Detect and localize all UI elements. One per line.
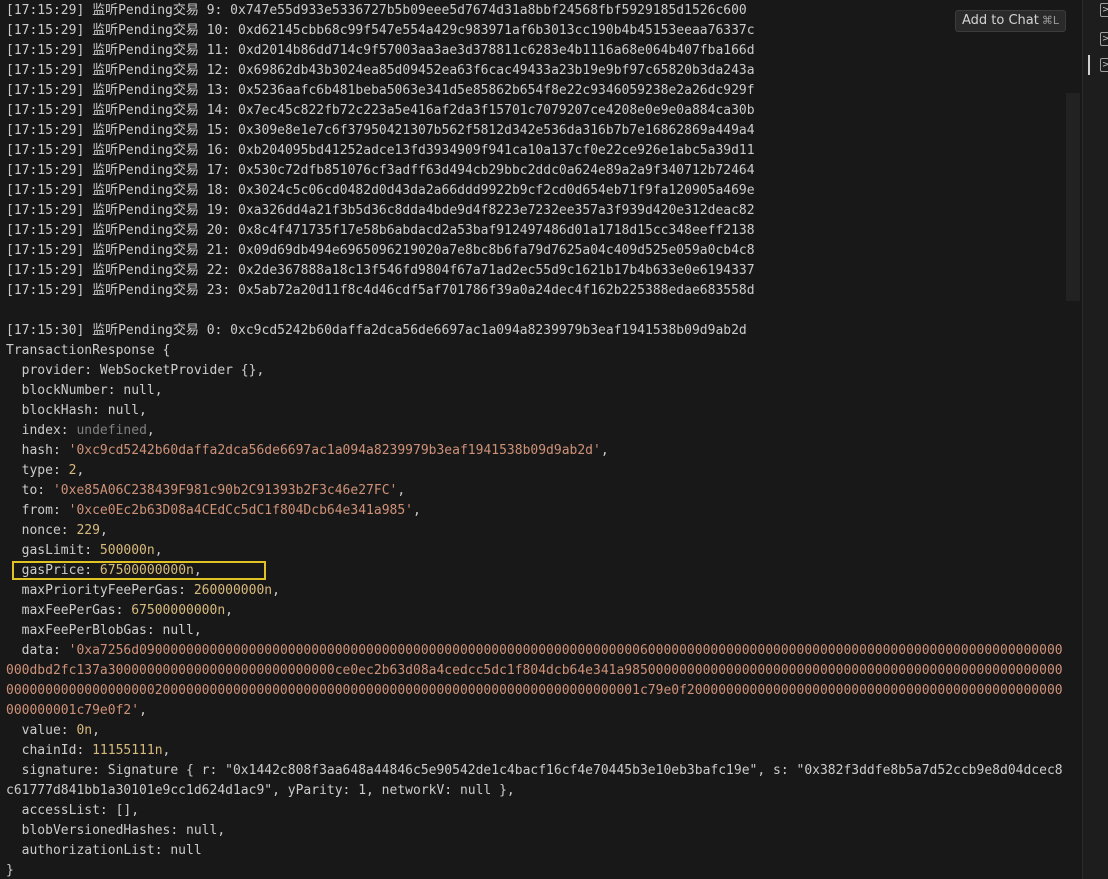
add-to-chat-button[interactable]: Add to Chat ⌘L	[955, 10, 1067, 32]
tx-field-accesslist: accessList: [],	[6, 803, 140, 818]
tx-field-gasprice: gasPrice: 67500000000n,	[6, 563, 202, 578]
pending-tx-line: [17:15:29] 监听Pending交易 15: 0x309e8e1e7c6…	[6, 123, 755, 138]
pending-tx-line: [17:15:29] 监听Pending交易 12: 0x69862db43b3…	[6, 63, 755, 78]
field-key: hash:	[6, 443, 69, 458]
terminal-icon[interactable]: >	[1100, 58, 1108, 72]
pending-tx-line: [17:15:29] 监听Pending交易 21: 0x09d69db494e…	[6, 243, 755, 258]
tx-field-maxfeepergas: maxFeePerGas: 67500000000n,	[6, 603, 233, 618]
tx-field-nonce: nonce: 229,	[6, 523, 108, 538]
field-value: 229	[76, 523, 100, 538]
field-value: 67500000000n	[99, 563, 194, 578]
field-value: '0xc9cd5242b60daffa2dca56de6697ac1a094a8…	[68, 443, 601, 458]
tx-field-maxfeeperblobgas: maxFeePerBlobGas: null,	[6, 623, 202, 638]
field-key: value:	[6, 723, 77, 738]
pending-tx-line: [17:15:29] 监听Pending交易 14: 0x7ec45c822fb…	[6, 103, 755, 118]
add-to-chat-shortcut: ⌘L	[1041, 14, 1060, 27]
field-key: gasLimit:	[6, 543, 100, 558]
tx-field-from: from: '0xce0Ec2b63D08a4CEdCc5dC1f804Dcb6…	[6, 503, 421, 518]
field-value: 11155111n	[92, 743, 163, 758]
pending-tx-line: [17:15:30] 监听Pending交易 0: 0xc9cd5242b60d…	[6, 323, 747, 338]
tx-field-data: data: '0xa7256d0900000000000000000000000…	[6, 643, 1063, 718]
pending-tx-line: [17:15:29] 监听Pending交易 23: 0x5ab72a20d11…	[6, 283, 755, 298]
terminal-panel[interactable]: [17:15:29] 监听Pending交易 9: 0x747e55d933e5…	[0, 0, 1082, 879]
tx-field-type: type: 2,	[6, 463, 85, 478]
field-value: WebSocketProvider {},	[99, 363, 265, 378]
tx-response-open: TransactionResponse {	[6, 343, 171, 358]
tx-field-authorizationlist: authorizationList: null	[6, 843, 202, 858]
terminal-scrollbar[interactable]	[1066, 93, 1080, 301]
field-value: 500000n	[99, 543, 155, 558]
tx-field-blockhash: blockHash: null,	[6, 403, 147, 418]
field-value: 2	[68, 463, 77, 478]
pending-tx-line: [17:15:29] 监听Pending交易 13: 0x5236aafc6b4…	[6, 83, 755, 98]
field-value: 67500000000n	[131, 603, 226, 618]
tx-field-index: index: undefined,	[6, 423, 155, 438]
field-key: gasPrice:	[6, 563, 100, 578]
pending-tx-line: [17:15:29] 监听Pending交易 11: 0xd2014b86dd7…	[6, 43, 755, 58]
field-value: '0xe85A06C238439F981c90b2C91393b2F3c46e2…	[52, 483, 398, 498]
field-key: provider:	[6, 363, 100, 378]
field-key: maxPriorityFeePerGas:	[6, 583, 194, 598]
terminal-output: [17:15:29] 监听Pending交易 9: 0x747e55d933e5…	[6, 1, 1066, 879]
tx-field-to: to: '0xe85A06C238439F981c90b2C91393b2F3c…	[6, 483, 406, 498]
pending-tx-line: [17:15:29] 监听Pending交易 17: 0x530c72dfb85…	[6, 163, 755, 178]
active-terminal-indicator	[1088, 55, 1090, 75]
tx-field-signature: signature: Signature { r: "0x1442c808f3a…	[6, 763, 1063, 798]
field-key: data:	[6, 643, 69, 658]
terminal-icon[interactable]: >	[1100, 3, 1108, 17]
pending-tx-line: [17:15:29] 监听Pending交易 9: 0x747e55d933e5…	[6, 3, 747, 18]
pending-tx-line: [17:15:29] 监听Pending交易 16: 0xb204095bd41…	[6, 143, 755, 158]
field-key: chainId:	[6, 743, 93, 758]
tx-field-provider: provider: WebSocketProvider {},	[6, 361, 1066, 381]
add-to-chat-label: Add to Chat	[962, 13, 1039, 28]
field-value: '0xa7256d0900000000000000000000000000000…	[6, 643, 1063, 718]
field-value: 260000000n	[193, 583, 273, 598]
field-value: '0xce0Ec2b63D08a4CEdCc5dC1f804Dcb64e341a…	[68, 503, 413, 518]
field-key: from:	[6, 503, 69, 518]
field-key: type:	[6, 463, 69, 478]
pending-tx-line: [17:15:29] 监听Pending交易 20: 0x8c4f471735f…	[6, 223, 755, 238]
tx-field-gaslimit: gasLimit: 500000n,	[6, 543, 163, 558]
pending-tx-line: [17:15:29] 监听Pending交易 18: 0x3024c5c06cd…	[6, 183, 755, 198]
terminal-icon[interactable]: >	[1100, 32, 1108, 46]
pending-tx-line: [17:15:29] 监听Pending交易 19: 0xa326dd4a21f…	[6, 203, 755, 218]
tx-response-close: }	[6, 863, 14, 878]
tx-field-value: value: 0n,	[6, 723, 100, 738]
tx-field-chainid: chainId: 11155111n,	[6, 743, 171, 758]
field-key: index:	[6, 423, 77, 438]
pending-tx-line: [17:15:29] 监听Pending交易 22: 0x2de367888a1…	[6, 263, 755, 278]
field-key: maxFeePerGas:	[6, 603, 132, 618]
terminal-list-panel: > > >	[1082, 0, 1108, 879]
field-key: nonce:	[6, 523, 77, 538]
tx-field-blobversionedhashes: blobVersionedHashes: null,	[6, 823, 226, 838]
tx-field-blocknumber: blockNumber: null,	[6, 383, 163, 398]
field-value: 0n	[76, 723, 93, 738]
pending-tx-line: [17:15:29] 监听Pending交易 10: 0xd62145cbb68…	[6, 23, 755, 38]
field-value: undefined	[76, 423, 147, 438]
tx-field-hash: hash: '0xc9cd5242b60daffa2dca56de6697ac1…	[6, 443, 609, 458]
field-key: to:	[6, 483, 53, 498]
tx-field-maxpriorityfeepergas: maxPriorityFeePerGas: 260000000n,	[6, 583, 280, 598]
